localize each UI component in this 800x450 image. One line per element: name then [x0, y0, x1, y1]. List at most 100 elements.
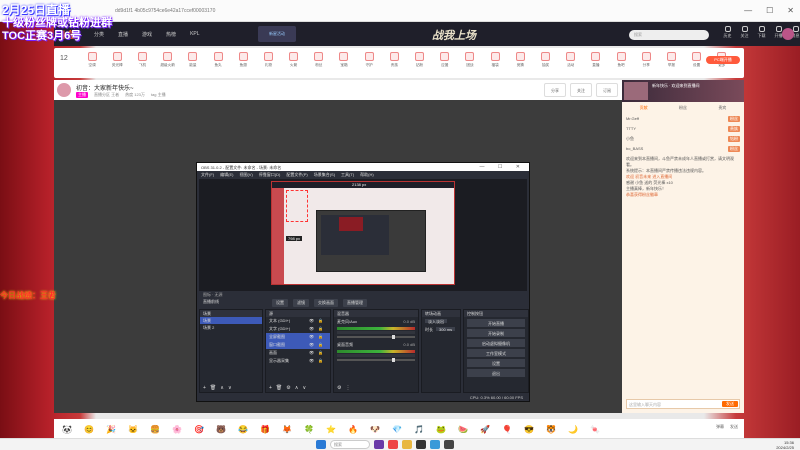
- gift-item[interactable]: 贵族: [382, 52, 406, 68]
- browser-icon[interactable]: [388, 440, 398, 449]
- obs-preview[interactable]: 2138 px 798 px: [199, 179, 527, 291]
- emote-icon[interactable]: 🐻: [212, 422, 230, 436]
- studio-mode-button[interactable]: 工作室模式: [467, 349, 525, 357]
- nav-banner[interactable]: 新星活动: [258, 26, 296, 42]
- emote-icon[interactable]: 🌸: [168, 422, 186, 436]
- emote-icon[interactable]: 🎁: [256, 422, 274, 436]
- scene-item[interactable]: 场景 2: [200, 324, 262, 331]
- transition-duration[interactable]: 时长 300 ms: [422, 325, 460, 333]
- settings-button[interactable]: 设置: [272, 299, 288, 307]
- emote-icon[interactable]: 🐯: [542, 422, 560, 436]
- obs-icon[interactable]: [416, 440, 426, 449]
- maximize-button[interactable]: ☐: [766, 6, 773, 15]
- source-item[interactable]: 文本 (GDI+) 👁 🔒: [266, 317, 330, 325]
- store-icon[interactable]: [444, 440, 454, 449]
- gift-item[interactable]: 鱼丸: [206, 52, 230, 68]
- emote-icon[interactable]: 😊: [80, 422, 98, 436]
- gift-item[interactable]: 团战: [458, 52, 482, 68]
- exit-button[interactable]: 退出: [467, 369, 525, 377]
- url-text[interactable]: dd9d1f1 4b05c9754ce6e42a17ccef00003170: [115, 8, 215, 14]
- more-icon[interactable]: ⋮: [345, 385, 350, 391]
- obs-menu-docks[interactable]: 停靠窗口(D): [259, 172, 281, 177]
- tab-vip[interactable]: 贵宾: [718, 105, 726, 111]
- nav-item[interactable]: 热榜: [166, 31, 176, 38]
- folder-icon[interactable]: [402, 440, 412, 449]
- gift-item[interactable]: 荧光棒: [105, 52, 129, 68]
- emote-icon[interactable]: 🐶: [366, 422, 384, 436]
- chat-send-button[interactable]: 发送: [722, 401, 738, 407]
- obs-window-controls[interactable]: — ☐ ✕: [480, 164, 526, 170]
- emote-icon[interactable]: 😂: [234, 422, 252, 436]
- gift-item[interactable]: 钻粉: [407, 52, 431, 68]
- gift-item[interactable]: 应援: [433, 52, 457, 68]
- gift-item[interactable]: 福袋: [483, 52, 507, 68]
- volume-slider[interactable]: [337, 358, 415, 362]
- up-icon[interactable]: ∧: [220, 385, 224, 391]
- volume-slider[interactable]: [337, 335, 415, 339]
- windows-start-icon[interactable]: [316, 440, 326, 449]
- preview-selection-box[interactable]: [286, 190, 308, 222]
- start-recording-button[interactable]: 开始录制: [467, 329, 525, 337]
- down-icon[interactable]: ∨: [228, 385, 232, 391]
- nav-item[interactable]: 直播: [118, 31, 128, 38]
- remove-icon[interactable]: 🗑: [276, 385, 282, 391]
- share-button[interactable]: 分享: [544, 83, 566, 97]
- close-button[interactable]: ✕: [787, 6, 794, 15]
- obs-menu-profile[interactable]: 配置文件(P): [286, 172, 307, 177]
- danmaku-toggle[interactable]: 弹幕: [716, 424, 724, 430]
- source-item[interactable]: 全屏截图 👁 🔒: [266, 333, 330, 341]
- emote-icon[interactable]: 🎯: [190, 422, 208, 436]
- emote-icon[interactable]: 🦊: [278, 422, 296, 436]
- source-item[interactable]: 画面 👁 🔒: [266, 349, 330, 357]
- streamer-avatar[interactable]: [57, 83, 71, 97]
- chat-app-icon[interactable]: [430, 440, 440, 449]
- gift-item[interactable]: 竞猜: [508, 52, 532, 68]
- emote-icon[interactable]: 🐸: [432, 422, 450, 436]
- emote-icon[interactable]: 🍀: [300, 422, 318, 436]
- nav-item[interactable]: 分类: [94, 31, 104, 38]
- emote-icon[interactable]: 🔥: [344, 422, 362, 436]
- obs-menu-tools[interactable]: 工具(T): [341, 172, 354, 177]
- gift-item[interactable]: 宝箱: [332, 52, 356, 68]
- obs-menu-help[interactable]: 帮助(H): [360, 172, 374, 177]
- source-item[interactable]: 文字 (GDI+) 👁 🔒: [266, 325, 330, 333]
- preview-canvas[interactable]: 2138 px 798 px: [271, 181, 455, 285]
- add-icon[interactable]: +: [269, 385, 272, 391]
- gift-item[interactable]: 粉丝: [307, 52, 331, 68]
- subscribe-button[interactable]: 订阅: [596, 83, 618, 97]
- down-icon[interactable]: ∨: [302, 385, 306, 391]
- emote-icon[interactable]: 🍉: [454, 422, 472, 436]
- emote-icon[interactable]: ⭐: [322, 422, 340, 436]
- add-icon[interactable]: +: [203, 385, 206, 391]
- up-icon[interactable]: ∧: [295, 385, 299, 391]
- gift-item[interactable]: 守护: [357, 52, 381, 68]
- minimize-button[interactable]: —: [744, 6, 752, 15]
- emote-icon[interactable]: 🎵: [410, 422, 428, 436]
- rank-row[interactable]: Mr.Geff 粉丝: [622, 114, 744, 124]
- obs-menu-scenes[interactable]: 场景集合(S): [314, 172, 335, 177]
- obs-menu-edit[interactable]: 编辑(E): [220, 172, 233, 177]
- chat-banner[interactable]: 新年快乐 · 欢迎来到直播间: [622, 80, 744, 102]
- emote-icon[interactable]: 🎈: [498, 422, 516, 436]
- stream-tag[interactable]: 主播: [76, 92, 88, 98]
- rank-row[interactable]: TTTY 贵族: [622, 124, 744, 134]
- remove-icon[interactable]: 🗑: [210, 385, 216, 391]
- nav-item[interactable]: 游戏: [142, 31, 152, 38]
- emote-icon[interactable]: 🐱: [124, 422, 142, 436]
- source-item[interactable]: 窗口截图 👁 🔒: [266, 341, 330, 349]
- gift-item[interactable]: 鱼翅: [231, 52, 255, 68]
- gear-icon[interactable]: ⚙: [337, 385, 341, 391]
- emote-send[interactable]: 发送: [730, 424, 738, 430]
- gift-item[interactable]: 抽奖: [533, 52, 557, 68]
- emote-icon[interactable]: 😎: [520, 422, 538, 436]
- tab-fans[interactable]: 粉丝: [679, 105, 687, 111]
- transition-select[interactable]: 淡入淡出: [422, 317, 460, 325]
- gift-item[interactable]: 能量: [181, 52, 205, 68]
- emote-icon[interactable]: 🎉: [102, 422, 120, 436]
- scene-item[interactable]: 场景: [200, 317, 262, 324]
- user-avatar[interactable]: [782, 28, 794, 40]
- follow-icon[interactable]: 关注: [739, 26, 750, 39]
- gift-item[interactable]: 空调: [80, 52, 104, 68]
- obs-menu-view[interactable]: 视图(V): [239, 172, 252, 177]
- emote-icon[interactable]: 🚀: [476, 422, 494, 436]
